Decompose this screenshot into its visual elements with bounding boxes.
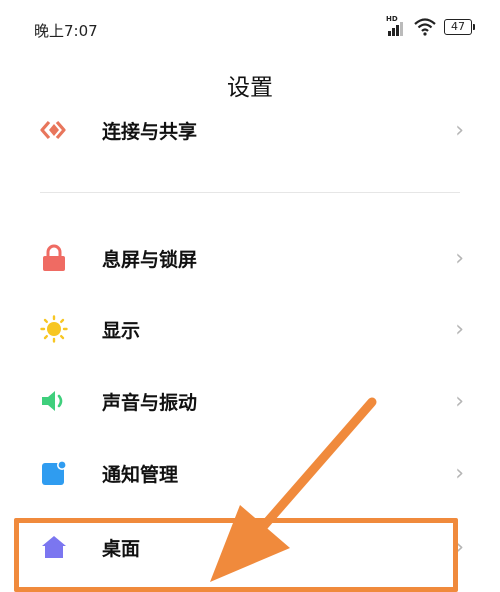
settings-item-sound-vibration[interactable]: 声音与振动 › (2, 371, 498, 431)
settings-item-label: 通知管理 (102, 463, 179, 486)
speaker-icon (40, 387, 68, 415)
phone-screen: 晚上7:07 HD 47 设置 连接与共享 › 息屏与锁屏 › 显示 › 声音与… (2, 2, 498, 589)
settings-item-label: 息屏与锁屏 (102, 248, 198, 271)
battery-level: 47 (451, 20, 465, 33)
share-icon (40, 116, 68, 144)
settings-item-label: 连接与共享 (102, 120, 198, 143)
status-icons: HD 47 (386, 15, 475, 36)
chevron-right-icon: › (455, 245, 464, 271)
lock-icon (40, 244, 68, 272)
settings-item-label: 显示 (102, 319, 141, 342)
settings-item-connection-sharing[interactable]: 连接与共享 › (2, 100, 498, 160)
settings-item-label: 声音与振动 (102, 391, 198, 414)
hd-signal-icon: HD (386, 15, 406, 36)
section-divider (40, 192, 460, 193)
settings-item-notifications[interactable]: 通知管理 › (2, 443, 498, 503)
chevron-right-icon: › (455, 460, 464, 486)
chevron-right-icon: › (455, 316, 464, 342)
chevron-right-icon: › (455, 388, 464, 414)
settings-item-lock-screen[interactable]: 息屏与锁屏 › (2, 228, 498, 288)
page-title: 设置 (227, 75, 273, 101)
notification-icon (40, 459, 68, 487)
chevron-right-icon: › (455, 117, 464, 143)
sun-icon (40, 315, 68, 343)
status-bar: 晚上7:07 HD 47 (2, 2, 498, 52)
wifi-icon (414, 18, 436, 36)
battery-icon: 47 (444, 19, 475, 35)
highlight-box (14, 518, 458, 592)
settings-item-display[interactable]: 显示 › (2, 299, 498, 359)
status-time: 晚上7:07 (34, 22, 98, 40)
network-type-label: HD (386, 15, 398, 23)
